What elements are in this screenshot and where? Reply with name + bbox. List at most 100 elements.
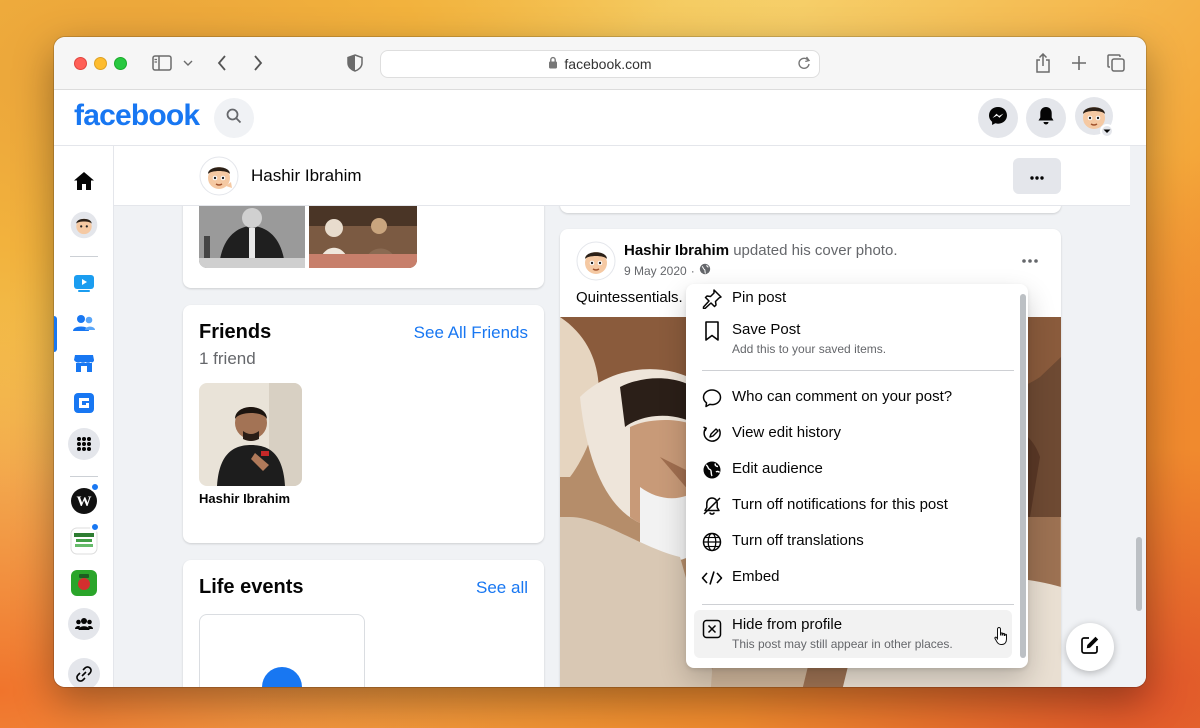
account-menu-button[interactable]	[1074, 96, 1114, 138]
translate-icon	[700, 530, 724, 554]
messenger-button[interactable]	[978, 98, 1018, 138]
facebook-logo[interactable]: facebook	[74, 99, 200, 133]
friends-card: Friends See All Friends 1 friend Hashir …	[183, 305, 544, 543]
address-url: facebook.com	[564, 56, 652, 72]
bell-icon	[1037, 106, 1055, 131]
friend-photo[interactable]	[199, 383, 302, 486]
facebook-header: facebook	[54, 90, 1146, 146]
post-action-text: updated his cover photo.	[733, 242, 898, 259]
notification-dot	[90, 482, 100, 492]
rail-divider	[70, 256, 98, 257]
menu-divider	[702, 370, 1014, 371]
post-date[interactable]: 9 May 2020	[624, 264, 687, 278]
menu-item-turn-off-notifications[interactable]: Turn off notifications for this post	[694, 494, 1012, 520]
marketplace-icon[interactable]	[69, 348, 99, 378]
menu-item-turn-off-translations[interactable]: Turn off translations	[694, 530, 1012, 556]
life-event-icon	[262, 667, 302, 687]
post-options-menu: Pin post Save Post Add this to your saved…	[686, 284, 1028, 668]
menu-grid-icon[interactable]	[68, 428, 100, 460]
menu-item-label: Turn off translations	[732, 532, 864, 549]
menu-item-view-edit-history[interactable]: View edit history	[694, 422, 1012, 448]
see-all-friends-link[interactable]: See All Friends	[414, 323, 528, 343]
menu-item-embed[interactable]: Embed	[694, 566, 1012, 592]
more-dots-icon	[1030, 167, 1044, 185]
tab-overview-icon[interactable]	[1105, 51, 1127, 75]
menu-item-label: Save Post	[732, 321, 801, 338]
menu-item-pin-post[interactable]: Pin post	[694, 287, 1012, 313]
zoom-window-button[interactable]	[114, 57, 127, 70]
search-button[interactable]	[214, 98, 254, 138]
menu-item-description: This post may still appear in other plac…	[732, 637, 953, 651]
forward-icon[interactable]	[248, 51, 268, 75]
close-box-icon	[700, 617, 724, 641]
life-events-card: Life events See all	[183, 560, 544, 687]
left-navigation-rail: W	[54, 146, 114, 687]
post-header: Hashir Ibrahim updated his cover photo.	[624, 242, 898, 259]
messenger-icon	[988, 106, 1008, 131]
post-author-name[interactable]: Hashir Ibrahim	[624, 242, 729, 259]
photo-thumbnail[interactable]	[199, 206, 305, 268]
pointer-cursor-icon	[994, 626, 1010, 651]
home-icon[interactable]	[69, 166, 99, 196]
profile-name[interactable]: Hashir Ibrahim	[251, 166, 362, 186]
new-message-button[interactable]	[1066, 623, 1114, 671]
menu-scrollbar[interactable]	[1020, 294, 1026, 658]
post-meta-separator: ·	[690, 263, 695, 278]
sidebar-toggle-icon[interactable]	[150, 51, 174, 75]
menu-item-label: Hide from profile	[732, 616, 843, 633]
friends-title: Friends	[199, 321, 272, 343]
menu-divider	[702, 604, 1014, 605]
reload-icon[interactable]	[797, 55, 811, 74]
menu-item-who-can-comment[interactable]: Who can comment on your post?	[694, 386, 1012, 412]
menu-item-label: Embed	[732, 568, 780, 585]
pin-icon	[700, 287, 724, 311]
friends-icon[interactable]	[69, 308, 99, 338]
photo-thumbnail[interactable]	[309, 206, 417, 268]
profile-sticky-bar: Hashir Ibrahim	[114, 146, 1130, 206]
see-all-life-events-link[interactable]: See all	[476, 578, 528, 598]
notifications-button[interactable]	[1026, 98, 1066, 138]
privacy-shield-icon[interactable]	[344, 51, 366, 75]
life-events-title: Life events	[199, 576, 304, 598]
chevron-down-icon	[1100, 124, 1114, 138]
menu-item-save-post[interactable]: Save Post Add this to your saved items.	[694, 319, 1012, 361]
rail-divider	[70, 476, 98, 477]
page-scrollbar-thumb[interactable]	[1136, 537, 1142, 611]
menu-item-edit-audience[interactable]: Edit audience	[694, 458, 1012, 484]
back-icon[interactable]	[212, 51, 232, 75]
post-author-avatar[interactable]	[576, 241, 616, 286]
history-icon	[700, 422, 724, 446]
bell-off-icon	[700, 494, 724, 518]
avatar[interactable]	[199, 156, 239, 201]
link-icon[interactable]	[68, 658, 100, 687]
chevron-down-icon[interactable]	[180, 51, 196, 75]
groups-icon[interactable]	[68, 608, 100, 640]
menu-item-description: Add this to your saved items.	[732, 342, 887, 356]
shortcut-game-icon[interactable]	[69, 568, 99, 598]
profile-more-button[interactable]	[1013, 158, 1061, 194]
menu-item-label: Edit audience	[732, 460, 823, 477]
code-icon	[700, 566, 724, 590]
address-bar[interactable]: facebook.com	[380, 50, 820, 78]
globe-icon	[700, 458, 724, 482]
watch-icon[interactable]	[69, 268, 99, 298]
menu-item-label: View edit history	[732, 424, 841, 441]
profile-avatar-icon[interactable]	[69, 210, 99, 240]
menu-item-hide-from-profile[interactable]: Hide from profile This post may still app…	[694, 610, 1012, 658]
close-window-button[interactable]	[74, 57, 87, 70]
minimize-window-button[interactable]	[94, 57, 107, 70]
new-tab-icon[interactable]	[1068, 51, 1090, 75]
gaming-icon[interactable]	[69, 388, 99, 418]
search-icon	[226, 108, 242, 129]
notification-dot	[90, 522, 100, 532]
post-options-button[interactable]	[1014, 249, 1046, 269]
svg-text:W: W	[77, 494, 92, 510]
globe-icon[interactable]	[699, 263, 711, 278]
friend-name[interactable]: Hashir Ibrahim	[199, 491, 290, 506]
comment-icon	[700, 386, 724, 410]
share-icon[interactable]	[1032, 51, 1054, 75]
life-event-placeholder[interactable]	[199, 614, 365, 687]
compose-icon	[1080, 635, 1100, 660]
menu-item-label: Who can comment on your post?	[732, 388, 953, 405]
more-dots-icon	[1022, 250, 1038, 268]
